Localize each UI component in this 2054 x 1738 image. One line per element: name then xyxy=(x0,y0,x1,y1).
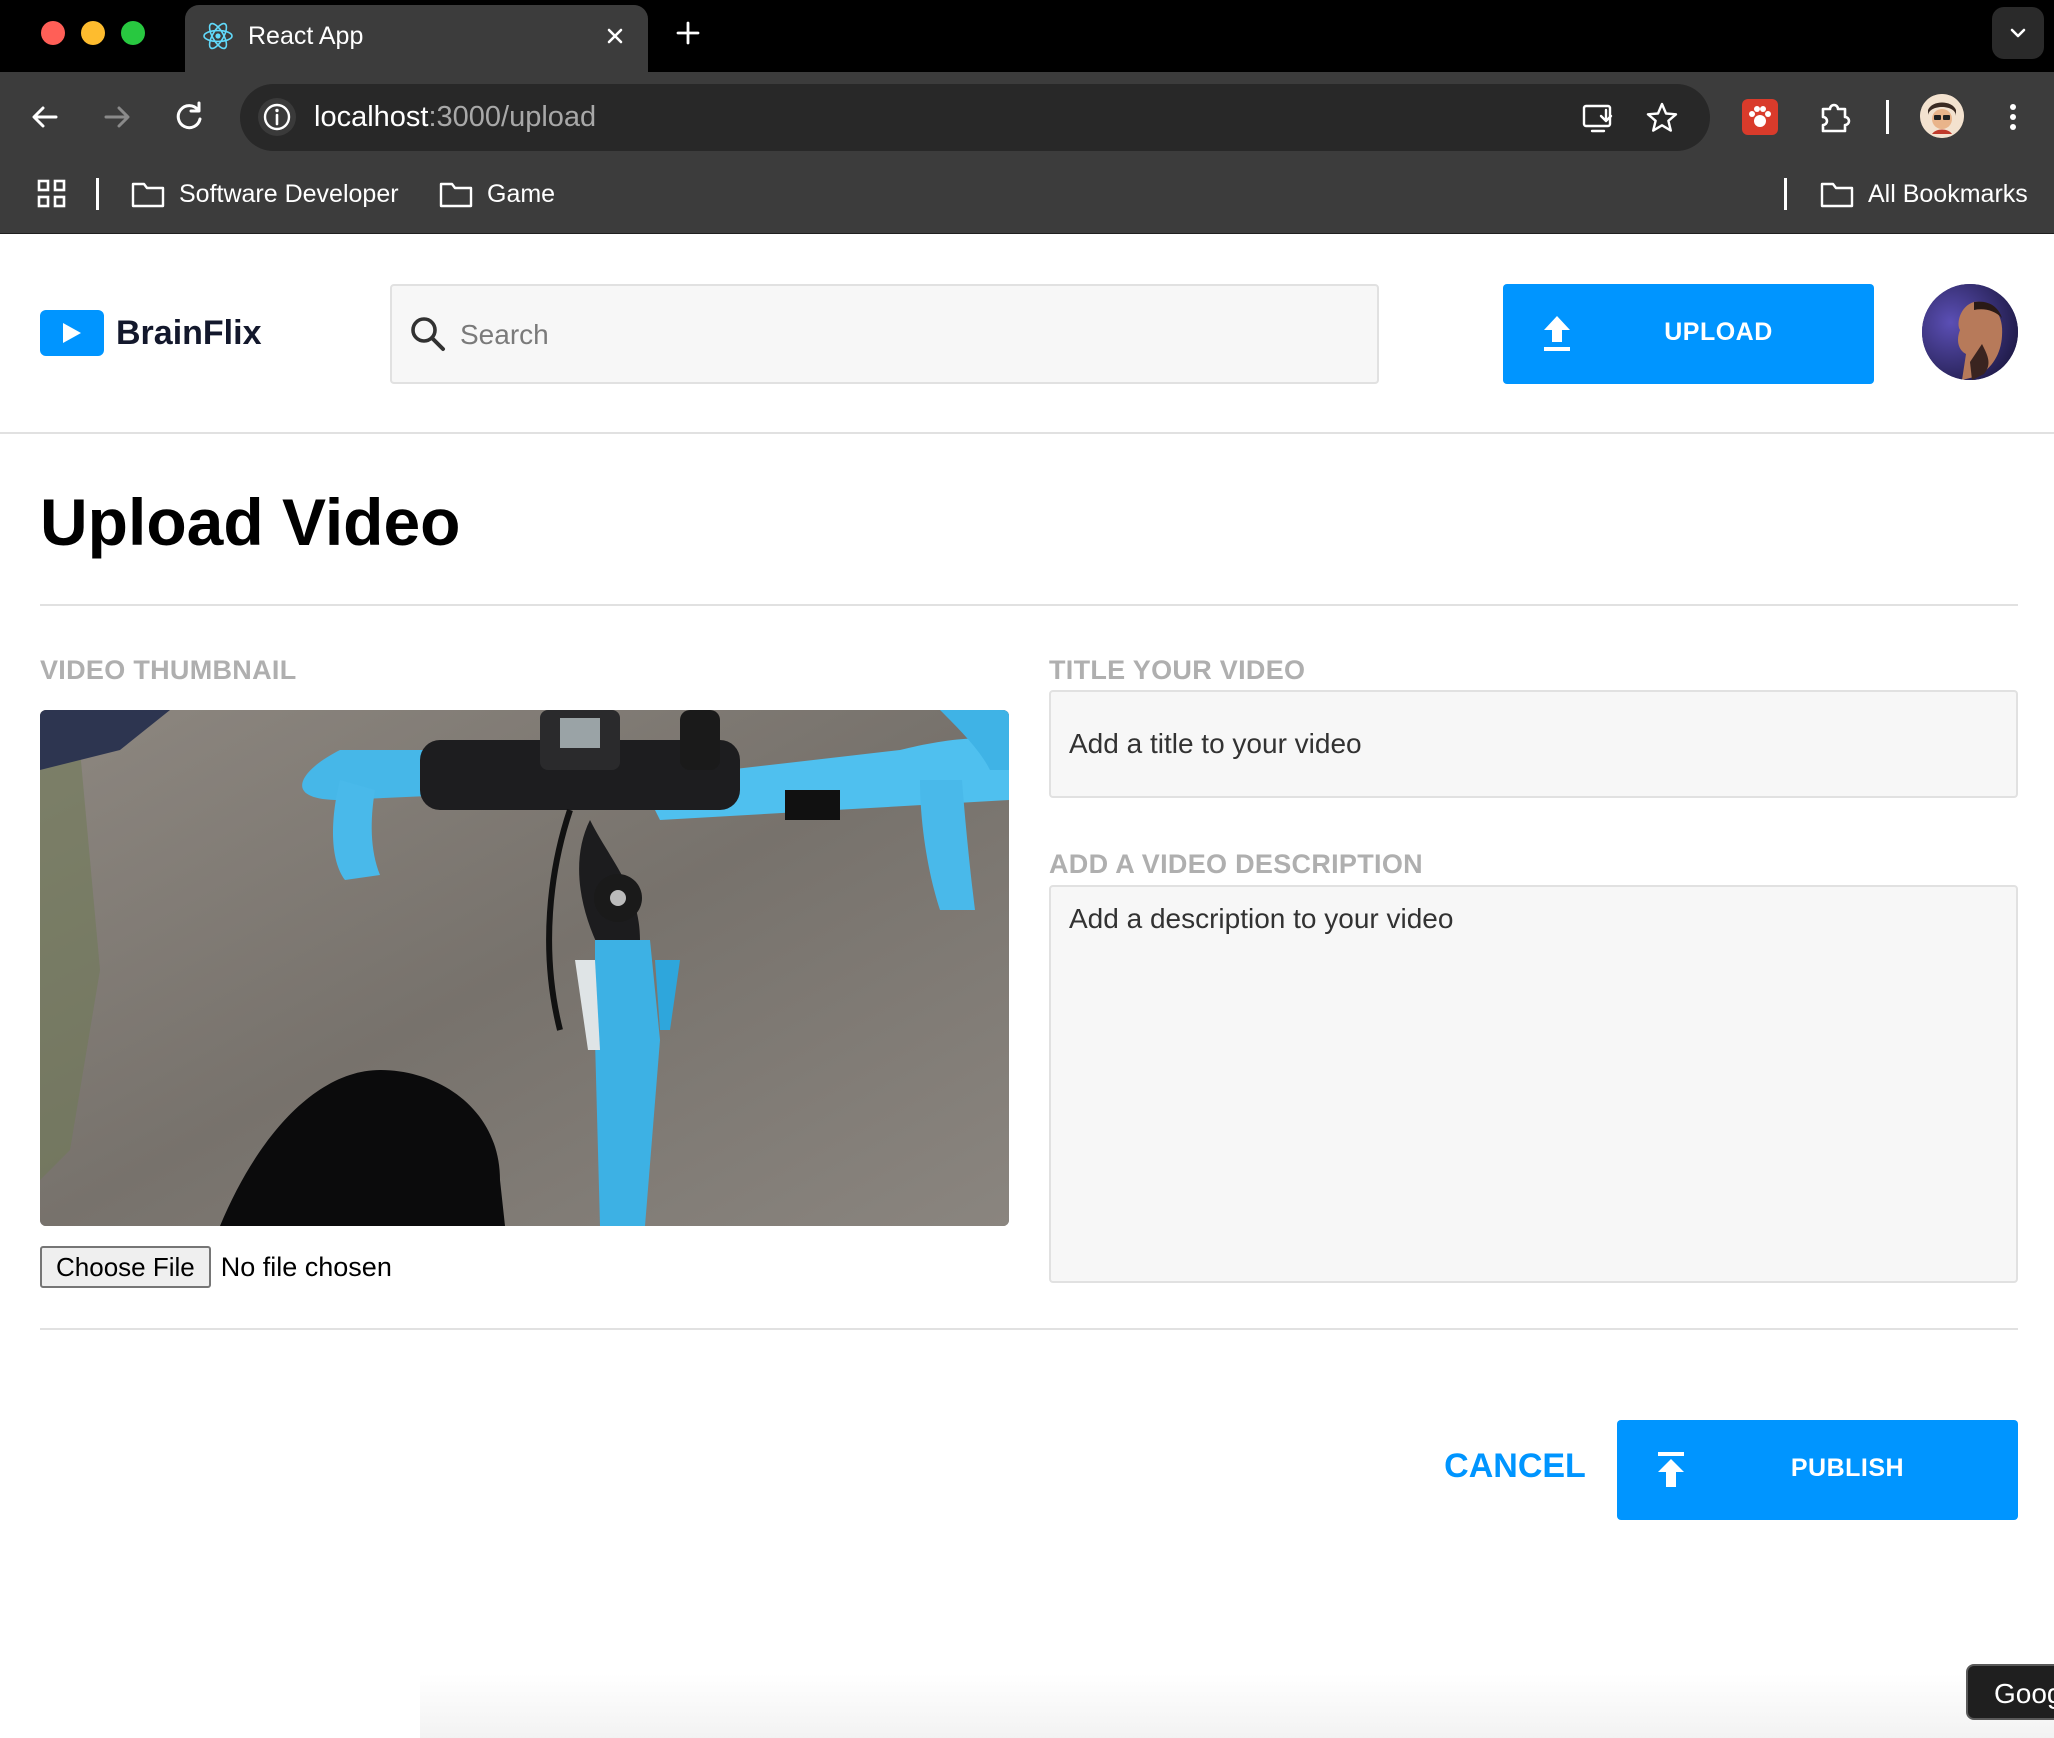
more-icon[interactable] xyxy=(1992,96,2034,138)
description-label: ADD A VIDEO DESCRIPTION xyxy=(1049,849,1423,879)
browser-tab-strip: React App xyxy=(0,0,2054,72)
puzzle-icon[interactable] xyxy=(1814,96,1856,138)
bookmark-label: Software Developer xyxy=(179,179,399,208)
avatar-photo xyxy=(1922,284,2018,380)
new-tab-icon[interactable] xyxy=(669,14,707,52)
page-content: BrainFlix UPLOAD xyxy=(0,234,2054,1738)
brainflix-logo[interactable]: BrainFlix xyxy=(40,310,261,356)
search-input[interactable] xyxy=(460,306,1350,364)
tab-title: React App xyxy=(248,22,364,50)
bookmark-label: Game xyxy=(487,179,556,208)
publish-button[interactable]: PUBLISH xyxy=(1617,1420,2018,1520)
google-overlay-chip[interactable]: Goog xyxy=(1966,1664,2054,1720)
divider xyxy=(40,1328,2018,1330)
apps-icon[interactable] xyxy=(36,178,68,210)
site-info-button[interactable] xyxy=(258,98,296,136)
site-info-icon xyxy=(263,103,291,131)
browser-tab[interactable]: React App xyxy=(185,5,648,72)
upload-button[interactable]: UPLOAD xyxy=(1503,284,1874,384)
minimize-window-button[interactable] xyxy=(81,21,105,45)
react-icon xyxy=(203,22,233,50)
bookmarks-bar: Software Developer Game All Bookmarks xyxy=(0,162,2054,234)
thumbnail-label: VIDEO THUMBNAIL xyxy=(40,655,297,685)
toolbar-divider xyxy=(1886,100,1889,134)
page-title: Upload Video xyxy=(40,485,461,559)
reload-icon[interactable] xyxy=(168,96,210,138)
user-avatar[interactable] xyxy=(1922,284,2018,380)
chevron-down-icon xyxy=(2010,28,2026,38)
bookmark-software-developer[interactable]: Software Developer xyxy=(131,176,399,212)
logo-text: BrainFlix xyxy=(116,314,262,352)
search-icon xyxy=(411,317,445,351)
address-bar[interactable]: localhost:3000/upload xyxy=(240,84,1710,151)
bike-handlebar-image xyxy=(40,710,1009,1226)
bookmarks-divider xyxy=(1784,178,1787,210)
url-text: localhost:3000/upload xyxy=(314,98,596,136)
star-icon[interactable] xyxy=(1644,100,1680,136)
folder-icon xyxy=(439,182,473,208)
video-thumbnail xyxy=(40,710,1009,1226)
tab-search-button[interactable] xyxy=(1992,7,2044,59)
extension-icon[interactable] xyxy=(1742,99,1778,135)
forward-icon[interactable] xyxy=(96,96,138,138)
video-description-input[interactable] xyxy=(1049,885,2018,1283)
divider xyxy=(40,604,2018,606)
browser-toolbar: localhost:3000/upload xyxy=(0,72,2054,162)
play-icon xyxy=(40,310,104,356)
cancel-button[interactable]: CANCEL xyxy=(1440,1438,1590,1494)
browser-profile-avatar[interactable] xyxy=(1920,94,1964,138)
choose-file-button[interactable]: Choose File xyxy=(40,1246,211,1288)
all-bookmarks-button[interactable]: All Bookmarks xyxy=(1820,176,2028,212)
all-bookmarks-label: All Bookmarks xyxy=(1868,179,2028,208)
folder-icon xyxy=(131,182,165,208)
publish-button-label: PUBLISH xyxy=(1790,1454,1905,1482)
install-app-icon[interactable] xyxy=(1580,100,1616,136)
bottom-shadow xyxy=(420,1674,2054,1738)
video-title-input[interactable] xyxy=(1049,690,2018,798)
bookmark-game[interactable]: Game xyxy=(439,176,555,212)
file-status: No file chosen xyxy=(220,1251,392,1282)
site-header: BrainFlix UPLOAD xyxy=(0,234,2054,434)
paw-icon xyxy=(1749,106,1771,127)
title-label: TITLE YOUR VIDEO xyxy=(1049,655,1306,685)
upload-button-label: UPLOAD xyxy=(1664,318,1773,346)
url-path: :3000/upload xyxy=(428,101,597,133)
google-chip-label: Goog xyxy=(1994,1678,2054,1709)
close-tab-icon[interactable] xyxy=(598,19,632,53)
file-picker: Choose File No file chosen xyxy=(40,1246,392,1288)
maximize-window-button[interactable] xyxy=(121,21,145,45)
close-window-button[interactable] xyxy=(41,21,65,45)
url-host: localhost xyxy=(314,101,429,133)
bookmarks-divider xyxy=(96,178,99,210)
profile-avatar-icon xyxy=(1920,94,1964,138)
search-box[interactable] xyxy=(390,284,1379,384)
back-icon[interactable] xyxy=(24,96,66,138)
folder-icon xyxy=(1820,182,1854,208)
